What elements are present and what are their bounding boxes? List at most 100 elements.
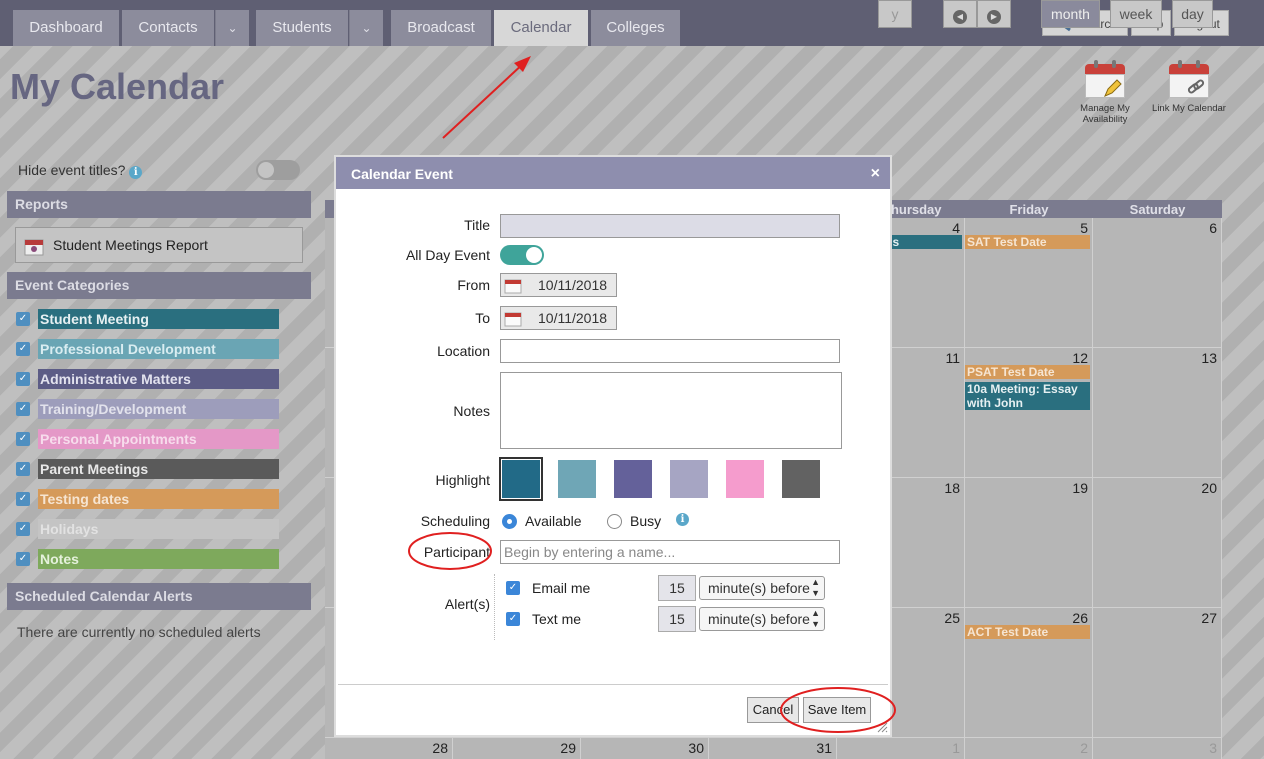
day-cell[interactable]: 2 [965, 738, 1093, 759]
day-cell[interactable]: 6 [1093, 218, 1222, 348]
location-input[interactable] [500, 339, 840, 363]
day-cell[interactable]: 3 [1093, 738, 1222, 759]
day-cell[interactable]: 28 [325, 738, 453, 759]
category-label: Professional Development [38, 339, 279, 359]
cancel-button[interactable]: Cancel [747, 697, 799, 723]
to-date-value: 10/11/2018 [538, 310, 608, 326]
category-label: Training/Development [38, 399, 279, 419]
day-number: 27 [1201, 610, 1217, 626]
day-cell[interactable]: 13 [1093, 348, 1222, 478]
text-alert-amount[interactable]: 15 [658, 606, 696, 632]
category-checkbox[interactable]: ✓ [16, 432, 30, 446]
link-calendar-button[interactable]: Link My Calendar [1149, 60, 1229, 114]
day-cell[interactable]: 20 [1093, 478, 1222, 608]
text-alert-unit-select[interactable]: minute(s) before ▲ ▼ [699, 607, 825, 631]
view-day-button[interactable]: day [1172, 0, 1213, 28]
report-calendar-icon [24, 239, 44, 256]
category-checkbox[interactable]: ✓ [16, 342, 30, 356]
day-cell[interactable]: 30 [581, 738, 709, 759]
view-week-button[interactable]: week [1110, 0, 1162, 28]
category-checkbox[interactable]: ✓ [16, 402, 30, 416]
available-radio[interactable] [502, 514, 517, 529]
title-input[interactable] [500, 214, 840, 238]
category-checkbox[interactable]: ✓ [16, 312, 30, 326]
from-date-field[interactable]: 10/11/2018 [500, 273, 617, 297]
day-number: 5 [1080, 220, 1088, 236]
category-label: Testing dates [38, 489, 279, 509]
day-number: 13 [1201, 350, 1217, 366]
calendar-event-dialog: Calendar Event × Title All Day Event Fro… [334, 155, 892, 737]
calendar-event[interactable]: ACT Test Date [965, 625, 1090, 639]
highlight-swatch[interactable] [726, 460, 764, 498]
calendar-event[interactable]: 10a Meeting: Essay with John [965, 382, 1090, 410]
email-alert-amount[interactable]: 15 [658, 575, 696, 601]
available-label: Available [525, 513, 582, 529]
busy-radio[interactable] [607, 514, 622, 529]
text-alert-label: Text me [532, 611, 582, 627]
category-checkbox[interactable]: ✓ [16, 522, 30, 536]
category-label: Administrative Matters [38, 369, 279, 389]
dow-saturday: Saturday [1129, 202, 1186, 217]
to-date-field[interactable]: 10/11/2018 [500, 306, 617, 330]
manage-availability-button[interactable]: Manage My Availability [1065, 60, 1145, 125]
category-checkbox[interactable]: ✓ [16, 372, 30, 386]
student-meetings-report-button[interactable]: Student Meetings Report [15, 227, 303, 263]
contacts-dropdown-chevron-icon[interactable]: ⌄ [215, 10, 249, 46]
text-alert-checkbox[interactable]: ✓ [506, 612, 520, 626]
day-cell[interactable]: 12 PSAT Test Date 10a Meeting: Essay with … [965, 348, 1093, 478]
day-cell[interactable]: 27 [1093, 608, 1222, 738]
highlight-swatch[interactable] [499, 457, 543, 501]
day-number: 2 [1080, 740, 1088, 756]
email-alert-unit-select[interactable]: minute(s) before ▲ ▼ [699, 576, 825, 600]
students-dropdown-chevron-icon[interactable]: ⌄ [349, 10, 383, 46]
highlight-swatch[interactable] [670, 460, 708, 498]
tab-calendar[interactable]: Calendar [494, 10, 588, 46]
from-date-value: 10/11/2018 [538, 277, 608, 293]
tab-students[interactable]: Students [256, 10, 348, 46]
all-day-toggle[interactable] [500, 245, 544, 265]
tab-broadcast[interactable]: Broadcast [391, 10, 491, 46]
highlight-swatch[interactable] [614, 460, 652, 498]
next-month-button[interactable]: ▶ [977, 0, 1011, 28]
highlight-swatch[interactable] [558, 460, 596, 498]
resize-handle-icon[interactable] [876, 721, 888, 733]
day-cell[interactable]: 31 [709, 738, 837, 759]
category-label: Holidays [38, 519, 279, 539]
calendar-event[interactable]: SAT Test Date [965, 235, 1090, 249]
day-cell[interactable]: 29 [453, 738, 581, 759]
tab-colleges[interactable]: Colleges [591, 10, 680, 46]
highlight-swatch[interactable] [782, 460, 820, 498]
today-button[interactable]: y [878, 0, 912, 28]
notes-textarea[interactable] [500, 372, 842, 449]
category-label: Personal Appointments [38, 429, 279, 449]
from-calendar-icon [504, 279, 522, 294]
save-item-button[interactable]: Save Item [803, 697, 871, 723]
calendar-event[interactable]: PSAT Test Date [965, 365, 1090, 379]
scheduling-info-icon[interactable]: i [676, 513, 689, 526]
category-checkbox[interactable]: ✓ [16, 552, 30, 566]
calendar-link-icon [1169, 60, 1209, 100]
category-checkbox[interactable]: ✓ [16, 492, 30, 506]
prev-month-button[interactable]: ◀ [943, 0, 977, 28]
day-number: 4 [952, 220, 960, 236]
category-checkbox[interactable]: ✓ [16, 462, 30, 476]
info-icon[interactable]: i [129, 166, 143, 179]
day-cell[interactable]: 1 [837, 738, 965, 759]
day-cell[interactable]: 26 ACT Test Date [965, 608, 1093, 738]
day-number: 20 [1201, 480, 1217, 496]
day-cell[interactable]: 19 [965, 478, 1093, 608]
view-month-button[interactable]: month [1041, 0, 1100, 28]
day-number: 1 [952, 740, 960, 756]
hide-titles-toggle[interactable] [256, 160, 300, 180]
close-icon[interactable]: × [871, 157, 880, 191]
category-label: Parent Meetings [38, 459, 279, 479]
day-number: 11 [945, 350, 960, 366]
footer-divider [338, 684, 888, 685]
email-alert-checkbox[interactable]: ✓ [506, 581, 520, 595]
tab-dashboard[interactable]: Dashboard [13, 10, 119, 46]
day-cell[interactable]: 5 SAT Test Date [965, 218, 1093, 348]
day-number: 30 [688, 740, 704, 756]
participant-input[interactable]: Begin by entering a name... [500, 540, 840, 564]
tab-contacts[interactable]: Contacts [122, 10, 214, 46]
day-number: 28 [432, 740, 448, 756]
